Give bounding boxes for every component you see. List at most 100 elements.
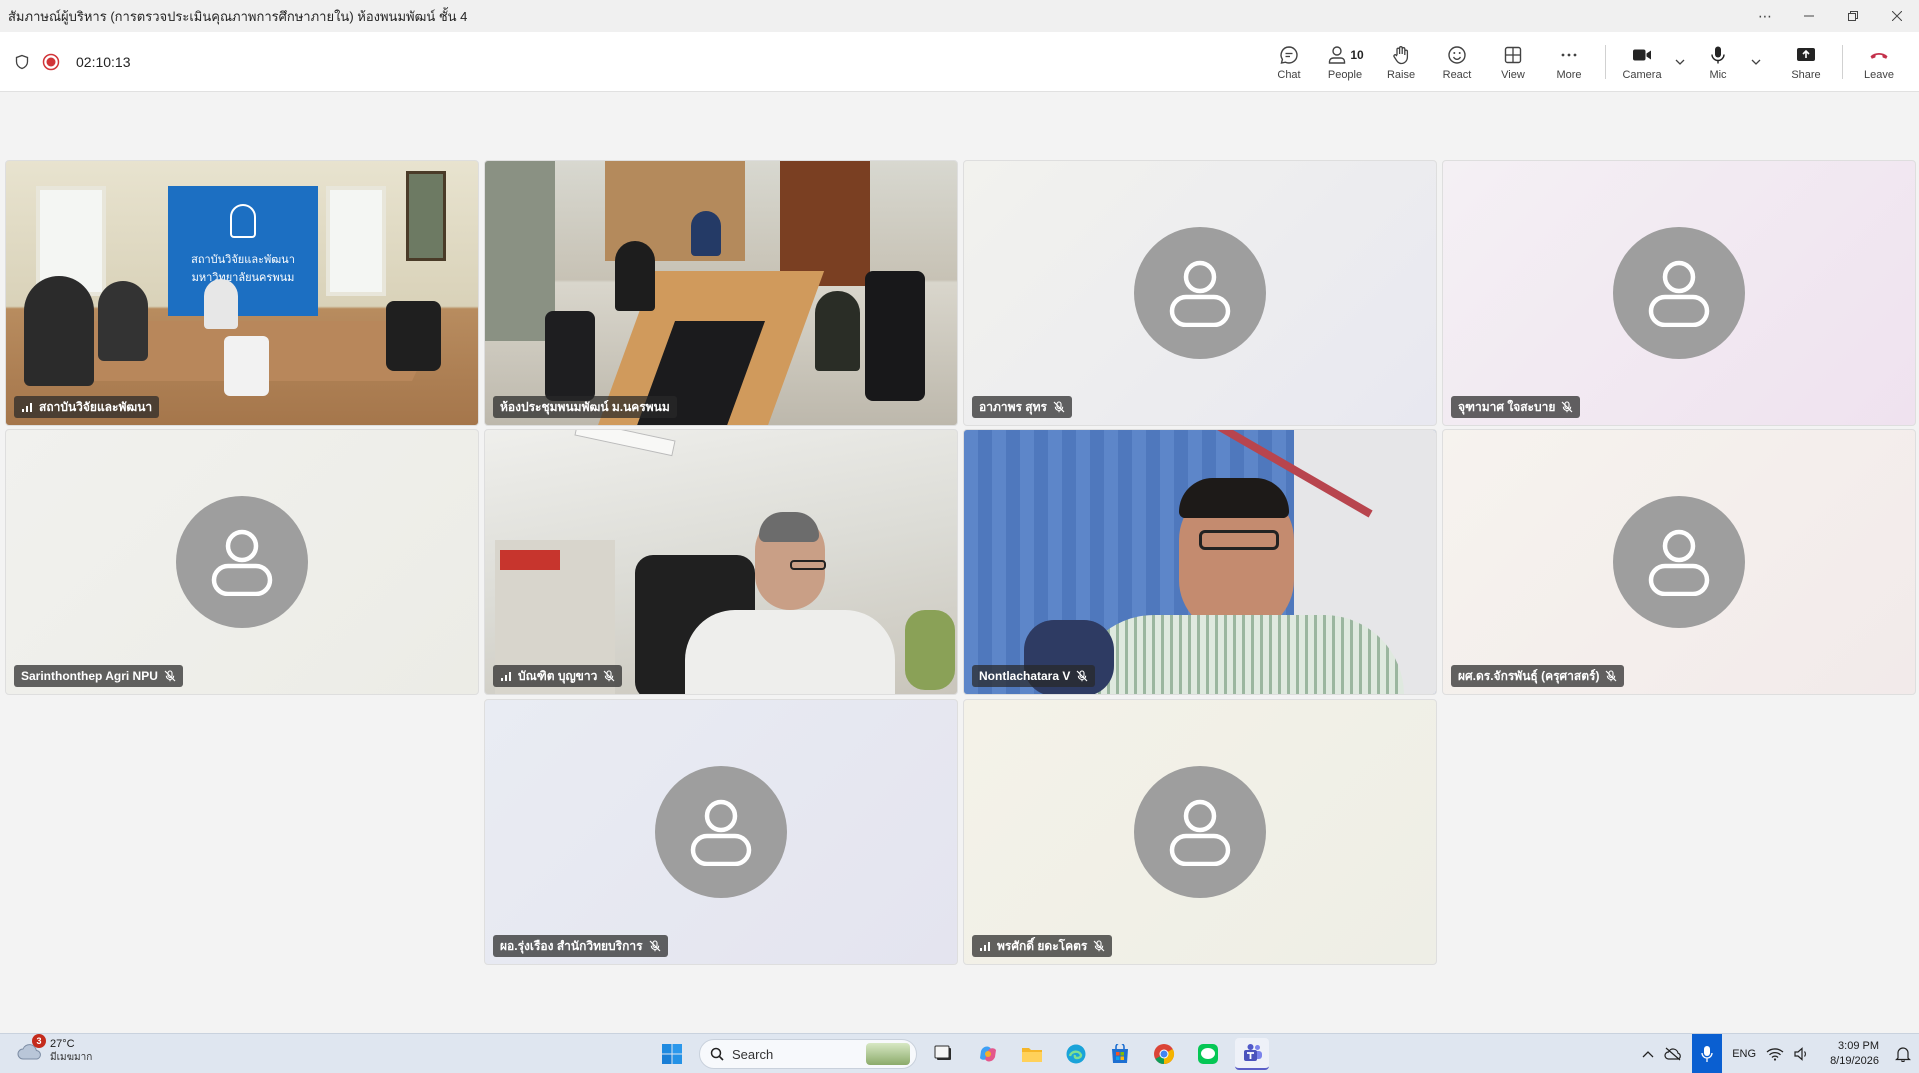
room-door — [780, 161, 870, 286]
file-explorer-icon[interactable] — [1015, 1038, 1049, 1070]
person-icon — [1169, 260, 1231, 327]
video-tile[interactable]: บัณฑิต บุญขาว — [484, 429, 958, 695]
video-tile[interactable]: Nontlachatara V — [963, 429, 1437, 695]
participant-nameplate: Sarinthonthep Agri NPU — [14, 665, 183, 687]
people-icon — [1329, 45, 1346, 64]
wifi-icon[interactable] — [1766, 1047, 1784, 1061]
search-placeholder: Search — [732, 1046, 774, 1062]
banner-line-1: สถาบันวิจัยและพัฒนา — [191, 254, 295, 266]
room-window — [326, 186, 386, 296]
mic-muted-icon — [164, 670, 176, 682]
hang-up-icon — [1870, 52, 1888, 59]
notification-badge: 3 — [32, 1034, 46, 1048]
chat-button[interactable]: Chat — [1261, 36, 1317, 88]
banner-line-2: มหาวิทยาลัยนครพนม — [191, 272, 295, 284]
shield-icon[interactable] — [14, 54, 30, 70]
toolbar-actions: Chat 10 People Raise React View More Cam… — [1261, 32, 1907, 92]
toolbar-divider — [1605, 45, 1606, 79]
chat-icon — [1280, 45, 1298, 64]
grid-view-icon — [1504, 46, 1522, 63]
room-curtain — [485, 161, 555, 341]
window-title: สัมภาษณ์ผู้บริหาร (การตรวจประเมินคุณภาพก… — [8, 8, 468, 24]
line-app-icon[interactable] — [1191, 1038, 1225, 1070]
notifications-bell-icon[interactable] — [1895, 1046, 1911, 1062]
close-button[interactable] — [1875, 0, 1919, 32]
participant-nameplate: Nontlachatara V — [972, 665, 1096, 687]
institute-banner: สถาบันวิจัยและพัฒนา มหาวิทยาลัยนครพนม — [168, 186, 318, 316]
more-button[interactable]: More — [1541, 36, 1597, 88]
share-button[interactable]: Share — [1778, 36, 1834, 88]
microphone-icon — [1711, 46, 1725, 63]
participant-figure — [24, 276, 94, 386]
office-chair — [865, 271, 925, 401]
weather-temperature: 27°C — [50, 1038, 75, 1050]
clock-date: 8/19/2026 — [1830, 1055, 1879, 1067]
more-options-icon[interactable]: ⋯ — [1743, 0, 1787, 32]
mic-muted-icon — [1076, 670, 1088, 682]
person-icon — [1169, 799, 1231, 866]
participant-name: ผศ.ดร.จักรพันธุ์ (ครุศาสตร์) — [1458, 668, 1600, 683]
window-controls: ⋯ — [1743, 0, 1919, 32]
participant-name: Nontlachatara V — [979, 669, 1071, 683]
weather-widget[interactable]: 3 27°C มีเมฆมาก — [16, 1034, 93, 1064]
avatar — [1134, 766, 1266, 898]
mic-muted-icon — [1093, 940, 1105, 952]
video-tile[interactable]: อาภาพร สุทร — [963, 160, 1437, 426]
camera-options-chevron-icon[interactable] — [1670, 36, 1690, 88]
person-icon — [690, 799, 752, 866]
taskbar-search[interactable]: Search — [699, 1039, 917, 1069]
participant-nameplate: จุฑามาศ ใจสะบาย — [1451, 396, 1581, 418]
signal-strength-icon — [980, 942, 990, 951]
participant-name: จุฑามาศ ใจสะบาย — [1458, 399, 1556, 414]
view-label: View — [1501, 68, 1525, 81]
copilot-icon[interactable] — [971, 1038, 1005, 1070]
camera-label: Camera — [1622, 68, 1662, 81]
video-tile[interactable]: สถาบันวิจัยและพัฒนา มหาวิทยาลัยนครพนม สถ… — [5, 160, 479, 426]
cloud-sync-off-icon[interactable] — [1664, 1047, 1682, 1061]
minimize-button[interactable] — [1787, 0, 1831, 32]
store-icon[interactable] — [1103, 1038, 1137, 1070]
leave-button[interactable]: Leave — [1851, 36, 1907, 88]
view-button[interactable]: View — [1485, 36, 1541, 88]
video-tile[interactable]: ผอ.รุ่งเรือง สำนักวิทยบริการ — [484, 699, 958, 965]
participant-nameplate: ห้องประชุมพนมพัฒน์ ม.นครพนม — [493, 396, 677, 418]
mic-muted-icon — [1561, 401, 1573, 413]
person-icon — [1648, 529, 1710, 596]
task-view-icon[interactable] — [927, 1038, 961, 1070]
teams-icon[interactable] — [1235, 1038, 1269, 1070]
person-icon — [1648, 260, 1710, 327]
react-label: React — [1442, 68, 1472, 81]
restore-button[interactable] — [1831, 0, 1875, 32]
video-tile[interactable]: ผศ.ดร.จักรพันธุ์ (ครุศาสตร์) — [1442, 429, 1916, 695]
volume-icon[interactable] — [1794, 1047, 1810, 1061]
participant-hair — [1179, 478, 1289, 518]
react-button[interactable]: React — [1429, 36, 1485, 88]
system-clock[interactable]: 3:09 PM 8/19/2026 — [1830, 1039, 1879, 1069]
search-highlight-image — [866, 1043, 910, 1065]
weather-condition: มีเมฆมาก — [50, 1052, 93, 1063]
start-icon[interactable] — [655, 1038, 689, 1070]
participant-nameplate: บัณฑิต บุญขาว — [493, 665, 623, 687]
participant-figure — [204, 279, 238, 329]
chevron-up-icon[interactable] — [1642, 1050, 1654, 1058]
video-tile[interactable]: จุฑามาศ ใจสะบาย — [1442, 160, 1916, 426]
office-chair — [386, 301, 441, 371]
participant-nameplate: สถาบันวิจัยและพัฒนา — [14, 396, 160, 418]
video-tile[interactable]: พรศักดิ์ ยดะโคตร — [963, 699, 1437, 965]
video-tile[interactable]: ห้องประชุมพนมพัฒน์ ม.นครพนม — [484, 160, 958, 426]
people-label: People — [1327, 68, 1363, 81]
microphone-in-use-icon[interactable] — [1692, 1034, 1723, 1073]
room-painting — [406, 171, 446, 261]
chrome-icon[interactable] — [1147, 1038, 1181, 1070]
ceiling-light — [574, 430, 676, 457]
system-tray: ENG 3:09 PM 8/19/2026 — [1642, 1034, 1911, 1073]
flower-vase — [224, 336, 269, 396]
people-button[interactable]: 10 People — [1317, 36, 1373, 88]
mic-options-chevron-icon[interactable] — [1746, 36, 1766, 88]
mic-button[interactable]: Mic — [1690, 36, 1746, 88]
camera-button[interactable]: Camera — [1614, 36, 1670, 88]
edge-browser-icon[interactable] — [1059, 1038, 1093, 1070]
raise-hand-button[interactable]: Raise — [1373, 36, 1429, 88]
video-tile[interactable]: Sarinthonthep Agri NPU — [5, 429, 479, 695]
input-language[interactable]: ENG — [1732, 1048, 1756, 1060]
